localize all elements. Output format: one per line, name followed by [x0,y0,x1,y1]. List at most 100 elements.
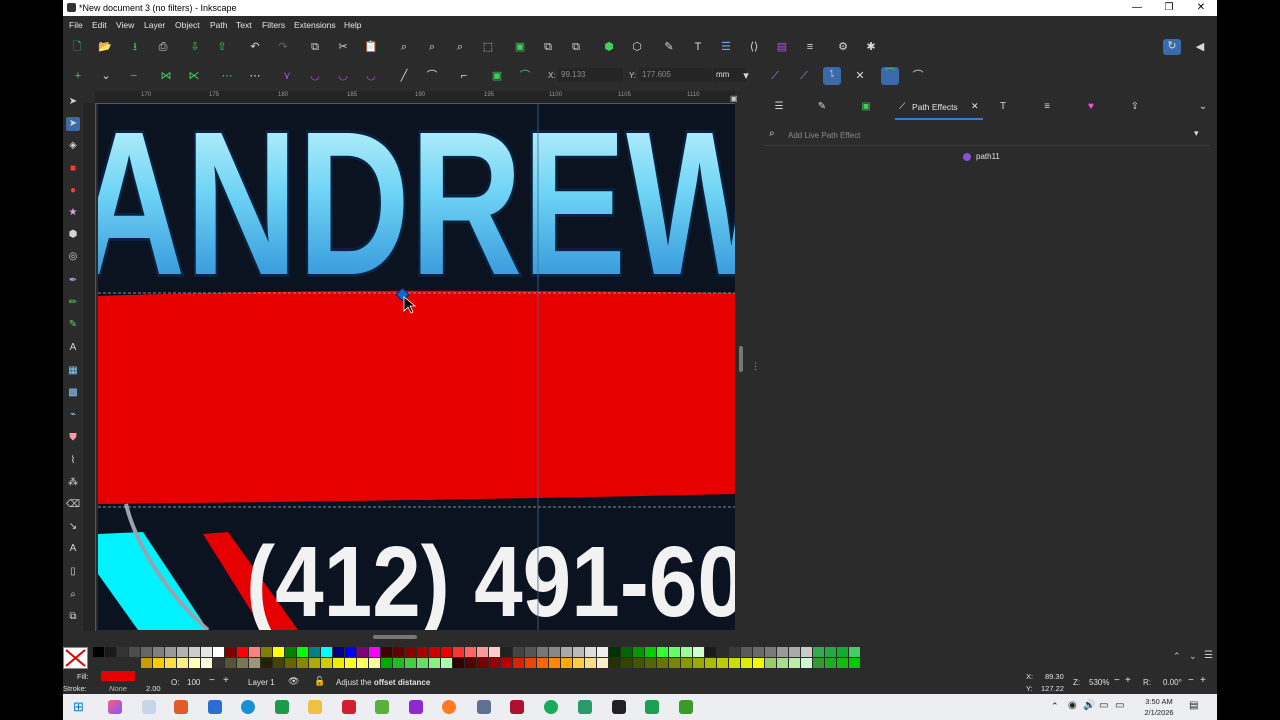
color-swatch[interactable] [249,647,260,657]
color-swatch[interactable] [105,658,116,668]
color-swatch[interactable] [453,658,464,668]
color-swatch[interactable] [669,647,680,657]
app-icon[interactable] [544,700,558,714]
opacity-decrease-icon[interactable]: − [209,675,215,686]
color-swatch[interactable] [237,647,248,657]
rectangle-tool-icon[interactable]: ■ [66,162,80,176]
color-swatch[interactable] [513,647,524,657]
color-swatch[interactable] [393,647,404,657]
color-swatch[interactable] [345,658,356,668]
zoom-page-icon[interactable]: ⌕ [453,40,467,54]
app-icon[interactable] [578,700,592,714]
color-swatch[interactable] [141,658,152,668]
color-swatch[interactable] [645,647,656,657]
dock-menu-chevron-icon[interactable]: ⌄ [1195,99,1211,115]
color-swatch[interactable] [105,647,116,657]
color-swatch[interactable] [465,658,476,668]
color-swatch[interactable] [177,647,188,657]
stroke-value[interactable]: None [109,684,127,693]
color-swatch[interactable] [789,658,800,668]
color-swatch[interactable] [561,647,572,657]
color-swatch[interactable] [213,647,224,657]
color-swatch[interactable] [453,647,464,657]
color-swatch[interactable] [225,647,236,657]
close-tab-icon[interactable]: ✕ [971,101,979,112]
color-swatch[interactable] [621,658,632,668]
color-swatch[interactable] [585,658,596,668]
color-swatch[interactable] [129,647,140,657]
color-swatch[interactable] [117,647,128,657]
join-nodes-icon[interactable]: ⋈ [159,69,173,83]
import-icon[interactable]: ⇩ [188,40,202,54]
color-swatch[interactable] [429,658,440,668]
palette-scroll-up-icon[interactable]: ⌃ [1173,651,1181,662]
zoom-width-icon[interactable]: ⬚ [481,40,495,54]
menu-help[interactable]: Help [344,20,361,30]
zoom-input[interactable]: 530% [1089,678,1109,687]
drawing-canvas[interactable]: ANDREW (412) 491-60 [98,104,735,630]
restore-button[interactable]: ❐ [1153,0,1185,16]
app-icon[interactable] [409,700,423,714]
color-swatch[interactable] [693,647,704,657]
unlink-clone-icon[interactable]: ⧉ [569,40,583,54]
menu-view[interactable]: View [116,20,134,30]
color-swatch[interactable] [537,647,548,657]
opacity-input[interactable]: 100 [187,678,200,687]
3d-box-tool-icon[interactable]: ⬢ [66,228,80,242]
color-swatch[interactable] [285,647,296,657]
menu-extensions[interactable]: Extensions [294,20,336,30]
color-swatch[interactable] [513,658,524,668]
text-font-icon[interactable]: T [691,40,705,54]
color-swatch[interactable] [141,647,152,657]
app-icon[interactable] [510,700,524,714]
menu-filters[interactable]: Filters [262,20,285,30]
star-tool-icon[interactable]: ★ [66,206,80,220]
layer-lock-icon[interactable]: 🔓 [314,676,325,687]
color-swatch[interactable] [537,658,548,668]
pages-tool-icon[interactable]: ▯ [66,565,80,579]
pen-tool-icon[interactable]: ✒ [66,274,80,288]
color-swatch[interactable] [741,658,752,668]
stroke-width[interactable]: 2.00 [146,684,161,693]
print-icon[interactable]: ⎙ [156,40,170,54]
color-swatch[interactable] [297,658,308,668]
ungroup-icon[interactable]: ⬡ [630,40,644,54]
color-swatch[interactable] [189,647,200,657]
color-swatch[interactable] [261,647,272,657]
color-swatch[interactable] [657,658,668,668]
color-swatch[interactable] [189,658,200,668]
show-clip-icon[interactable]: ⟋ [768,69,782,83]
color-swatch[interactable] [405,658,416,668]
color-swatch[interactable] [381,647,392,657]
color-swatch[interactable] [381,658,392,668]
color-swatch[interactable] [477,658,488,668]
color-swatch[interactable] [489,647,500,657]
notifications-icon[interactable]: ▤ [1189,700,1198,711]
color-swatch[interactable] [717,658,728,668]
color-swatch[interactable] [369,647,380,657]
fill-stroke-icon[interactable]: ✎ [662,40,676,54]
color-swatch[interactable] [501,647,512,657]
make-line-icon[interactable]: ╱ [397,69,411,83]
align-tab-icon[interactable]: ≡ [1039,99,1055,115]
color-swatch[interactable] [777,658,788,668]
app-icon[interactable] [375,700,389,714]
zoom-out-icon[interactable]: − [1114,675,1120,686]
color-swatch[interactable] [201,658,212,668]
pan-tool-icon[interactable]: ⧉ [66,610,80,624]
break-path-icon[interactable]: ⋉ [187,69,201,83]
color-swatch[interactable] [849,658,860,668]
app-icon[interactable] [142,700,156,714]
export-icon[interactable]: ⇧ [215,40,229,54]
color-swatch[interactable] [501,658,512,668]
color-swatch[interactable] [477,647,488,657]
layers-objects-tab-icon[interactable]: ☰ [771,99,787,115]
color-swatch[interactable] [297,647,308,657]
color-swatch[interactable] [789,647,800,657]
layer-label[interactable]: Layer 1 [248,678,275,687]
red-banner[interactable] [98,290,735,504]
color-swatch[interactable] [525,658,536,668]
color-swatch[interactable] [129,658,140,668]
color-swatch[interactable] [261,658,272,668]
color-swatch[interactable] [753,647,764,657]
